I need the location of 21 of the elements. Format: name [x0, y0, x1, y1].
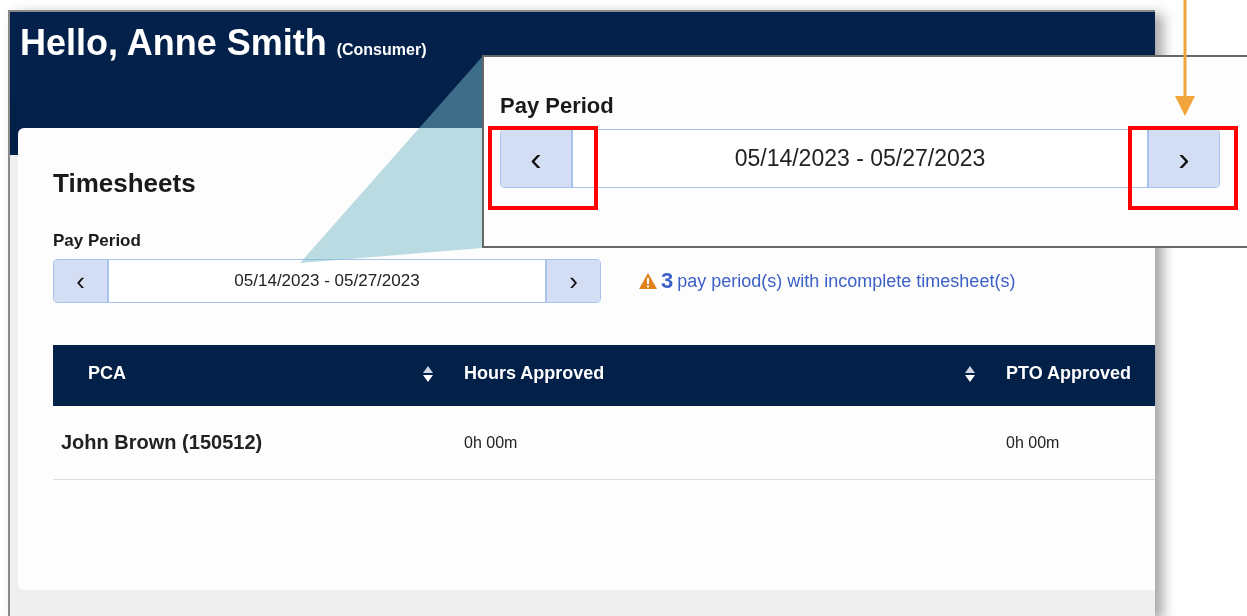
next-button[interactable]: ›: [1147, 130, 1219, 187]
incomplete-text: pay period(s) with incomplete timesheet(s): [677, 270, 1016, 292]
greeting-text: Hello, Anne Smith: [20, 22, 327, 64]
pay-period-label: Pay Period: [500, 93, 615, 119]
page-title: Timesheets: [53, 168, 197, 199]
table-cell-text: 0h 00m: [464, 433, 519, 452]
warning-icon: [639, 273, 657, 289]
role-label: (Consumer): [336, 41, 427, 59]
column-header[interactable]: Hours Approved: [464, 363, 605, 384]
previous-button[interactable]: ‹: [501, 130, 573, 187]
column-header[interactable]: PCA: [53, 363, 126, 384]
incomplete-count: 3: [661, 268, 674, 294]
previous-button[interactable]: ‹: [54, 260, 109, 302]
table-cell-text: John Brown (150512): [60, 431, 264, 454]
column-header[interactable]: PTO Approved: [1006, 363, 1131, 384]
table-cell-text: 0h 00m: [1006, 433, 1061, 452]
next-button[interactable]: ›: [545, 260, 600, 302]
pay-period-label: Pay Period: [53, 231, 142, 251]
pay-period-value: 05/14/2023 - 05/27/2023: [233, 270, 421, 292]
incomplete-warning-link[interactable]: 3 pay period(s) with incomplete timesheet(s): [639, 268, 1016, 294]
pay-period-value: 05/14/2023 - 05/27/2023: [733, 144, 987, 173]
